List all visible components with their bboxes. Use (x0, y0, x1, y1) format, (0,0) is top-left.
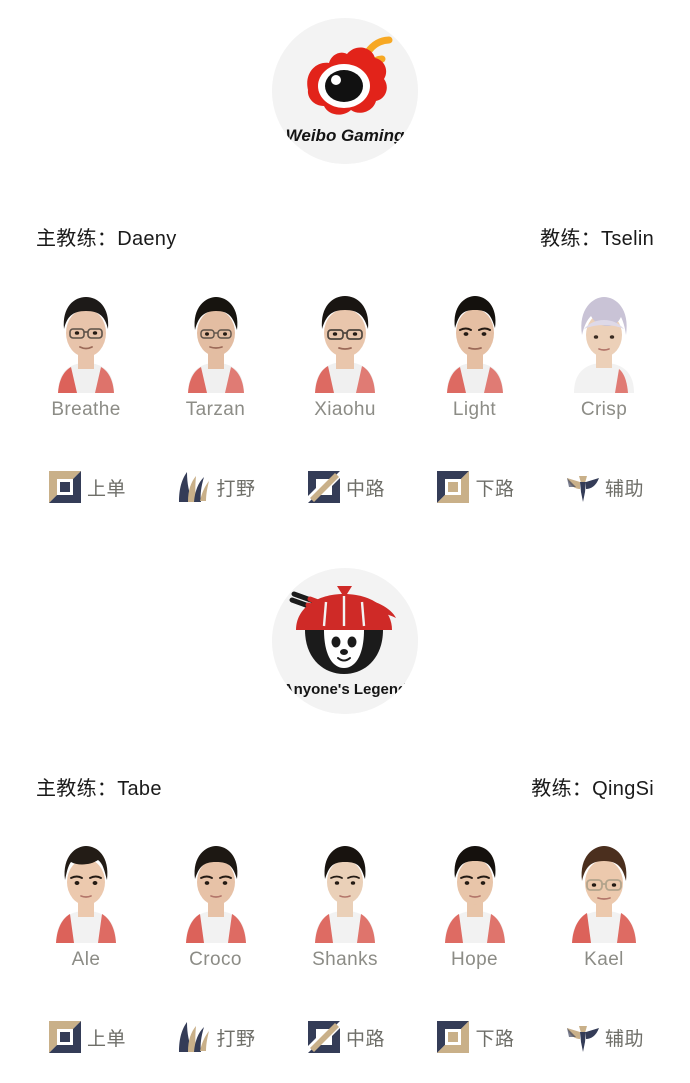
role-cell-mid[interactable]: 中路 (287, 468, 403, 506)
head-coach-label: 主教练：Tabe (36, 778, 162, 800)
players-row: Breathe Tarzan Xiaohu Light Crisp (0, 285, 690, 421)
team-logo-wrap: Weibo Gaming (0, 18, 690, 164)
role-label: 辅助 (604, 478, 644, 500)
coach-row: 主教练：Daeny 教练：Tselin (0, 222, 690, 251)
player-portrait (548, 285, 660, 393)
role-cell-mid[interactable]: 中路 (287, 1018, 403, 1056)
player-cell[interactable]: Ale (30, 835, 142, 971)
player-portrait (289, 285, 401, 393)
player-cell[interactable]: Hope (418, 835, 531, 971)
player-portrait (159, 285, 272, 393)
player-cell[interactable]: Breathe (30, 285, 142, 421)
role-cell-bot[interactable]: 下路 (417, 468, 533, 506)
player-name: Breathe (51, 399, 121, 420)
bot-lane-icon (434, 468, 472, 506)
player-portrait (159, 835, 272, 943)
role-label: 上单 (86, 478, 126, 500)
top-lane-icon (46, 468, 84, 506)
player-name: Tarzan (185, 399, 246, 420)
player-cell[interactable]: Tarzan (159, 285, 272, 421)
players-row: Ale Croco Shanks Hope Kael (0, 835, 690, 971)
mid-lane-icon (305, 1018, 343, 1056)
role-cell-jungle[interactable]: 打野 (158, 468, 274, 506)
roles-row: 上单 打野 中路 下路 辅助 (0, 1018, 690, 1056)
team-logo-wrap: Anyone's Legend (0, 568, 690, 714)
role-cell-support[interactable]: 辅助 (546, 468, 662, 506)
role-label: 中路 (345, 1028, 385, 1050)
bot-lane-icon (434, 1018, 472, 1056)
jungle-icon (175, 468, 213, 506)
weibo-gaming-logo: Weibo Gaming (272, 18, 418, 164)
role-cell-top[interactable]: 上单 (28, 1018, 144, 1056)
player-cell[interactable]: Xiaohu (289, 285, 401, 421)
role-label: 下路 (475, 478, 515, 500)
support-icon (564, 468, 602, 506)
roster-page: Weibo Gaming 主教练：Daeny 教练：Tselin Breathe… (0, 0, 690, 1083)
head-coach-label: 主教练：Daeny (36, 228, 177, 250)
player-portrait (30, 835, 142, 943)
player-name: Ale (71, 949, 101, 970)
player-name: Crisp (580, 399, 628, 420)
role-cell-support[interactable]: 辅助 (546, 1018, 662, 1056)
roles-row: 上单 打野 中路 下路 辅助 (0, 468, 690, 506)
player-cell[interactable]: Light (418, 285, 531, 421)
player-name: Croco (189, 949, 242, 970)
player-portrait (418, 285, 531, 393)
player-portrait (548, 835, 660, 943)
role-cell-bot[interactable]: 下路 (417, 1018, 533, 1056)
player-name: Xiaohu (314, 399, 376, 420)
anyones-legend-logo: Anyone's Legend (272, 568, 418, 714)
player-portrait (289, 835, 401, 943)
mid-lane-icon (305, 468, 343, 506)
role-cell-jungle[interactable]: 打野 (158, 1018, 274, 1056)
player-name: Kael (584, 949, 624, 970)
jungle-icon (175, 1018, 213, 1056)
player-cell[interactable]: Croco (159, 835, 272, 971)
logo-wordmark: Anyone's Legend (283, 681, 407, 698)
role-label: 打野 (216, 1028, 256, 1050)
role-label: 上单 (86, 1028, 126, 1050)
player-name: Light (452, 399, 497, 420)
support-icon (564, 1018, 602, 1056)
top-lane-icon (46, 1018, 84, 1056)
coach-label: 教练：QingSi (531, 778, 654, 800)
player-portrait (418, 835, 531, 943)
player-cell[interactable]: Shanks (289, 835, 401, 971)
logo-wordmark: Weibo Gaming (286, 126, 405, 145)
role-label: 下路 (475, 1028, 515, 1050)
role-label: 辅助 (604, 1028, 644, 1050)
player-portrait (30, 285, 142, 393)
player-name: Hope (450, 949, 499, 970)
player-cell[interactable]: Kael (548, 835, 660, 971)
player-cell[interactable]: Crisp (548, 285, 660, 421)
role-label: 打野 (216, 478, 256, 500)
player-name: Shanks (312, 949, 378, 970)
coach-label: 教练：Tselin (540, 228, 654, 250)
role-cell-top[interactable]: 上单 (28, 468, 144, 506)
coach-row: 主教练：Tabe 教练：QingSi (0, 772, 690, 801)
role-label: 中路 (345, 478, 385, 500)
